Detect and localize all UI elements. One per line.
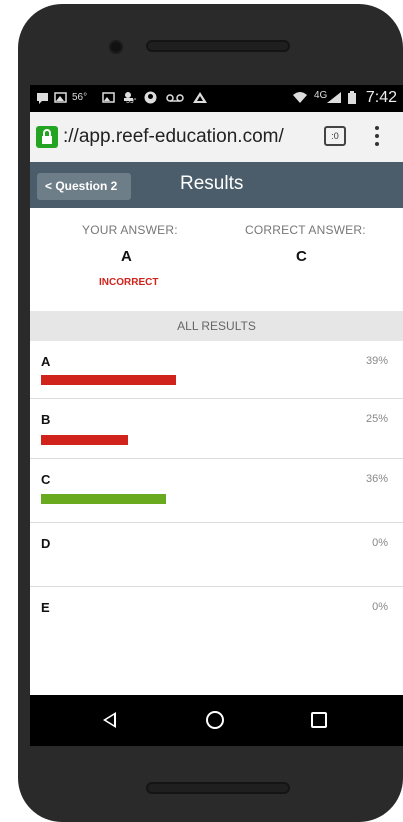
screen: 56° 59° 4G 7:42 ://app.reef-education.co…: [30, 85, 403, 746]
status-bar: 56° 59° 4G 7:42: [30, 85, 403, 112]
result-bar: [41, 435, 128, 445]
speaker-grille: [146, 40, 290, 52]
result-percent: 36%: [365, 473, 388, 485]
nav-home-icon[interactable]: [206, 711, 224, 729]
result-label: D: [41, 536, 51, 551]
result-percent: 0%: [372, 601, 388, 613]
temperature-2: 59°: [126, 98, 137, 105]
your-answer-label: YOUR ANSWER:: [82, 223, 178, 237]
tabs-button[interactable]: :0: [324, 126, 346, 146]
result-label: B: [41, 412, 51, 427]
image-icon: [54, 92, 67, 103]
camera-icon: [111, 42, 121, 52]
url-text[interactable]: ://app.reef-education.com/: [63, 126, 284, 148]
result-bar: [41, 494, 166, 504]
nav-back-icon-inner: [106, 715, 114, 725]
result-row-a: A 39%: [30, 341, 403, 399]
page-title: Results: [180, 173, 244, 194]
browser-url-bar: ://app.reef-education.com/ :0: [30, 112, 403, 163]
result-label: C: [41, 472, 51, 487]
phone-frame: 56° 59° 4G 7:42 ://app.reef-education.co…: [18, 4, 403, 822]
result-label: A: [41, 354, 51, 369]
voicemail-icon: [166, 94, 184, 102]
result-row-b: B 25%: [30, 399, 403, 459]
battery-icon: [348, 91, 356, 104]
android-nav-bar: [30, 695, 403, 746]
lock-icon: [36, 126, 58, 148]
gallery-icon: [102, 92, 115, 103]
result-label: E: [41, 600, 50, 615]
result-bar: [41, 375, 176, 385]
signal-icon: [327, 92, 341, 103]
pinterest-icon: [144, 91, 157, 104]
result-row-c: C 36%: [30, 459, 403, 523]
result-percent: 39%: [365, 355, 388, 367]
bottom-speaker-grille: [146, 782, 290, 794]
your-answer-value: A: [121, 248, 132, 265]
result-percent: 0%: [372, 537, 388, 549]
answer-status-badge: INCORRECT: [99, 277, 159, 288]
overflow-menu-icon[interactable]: [374, 126, 380, 148]
app-header: < Question 2 Results: [30, 162, 403, 208]
clock: 7:42: [365, 89, 397, 106]
nav-recent-apps-icon[interactable]: [311, 712, 327, 728]
back-to-question-button[interactable]: < Question 2: [37, 173, 131, 200]
app-a-icon: [193, 92, 207, 103]
result-row-e: E 0%: [30, 587, 403, 651]
answer-summary: YOUR ANSWER: A INCORRECT CORRECT ANSWER:…: [30, 208, 403, 311]
correct-answer-value: C: [296, 248, 307, 265]
wifi-icon: [293, 92, 307, 103]
result-percent: 25%: [365, 413, 388, 425]
result-row-d: D 0%: [30, 523, 403, 587]
correct-answer-label: CORRECT ANSWER:: [245, 223, 366, 237]
all-results-header: ALL RESULTS: [30, 311, 403, 341]
message-icon: [37, 93, 48, 104]
temperature-1: 56°: [72, 92, 88, 103]
